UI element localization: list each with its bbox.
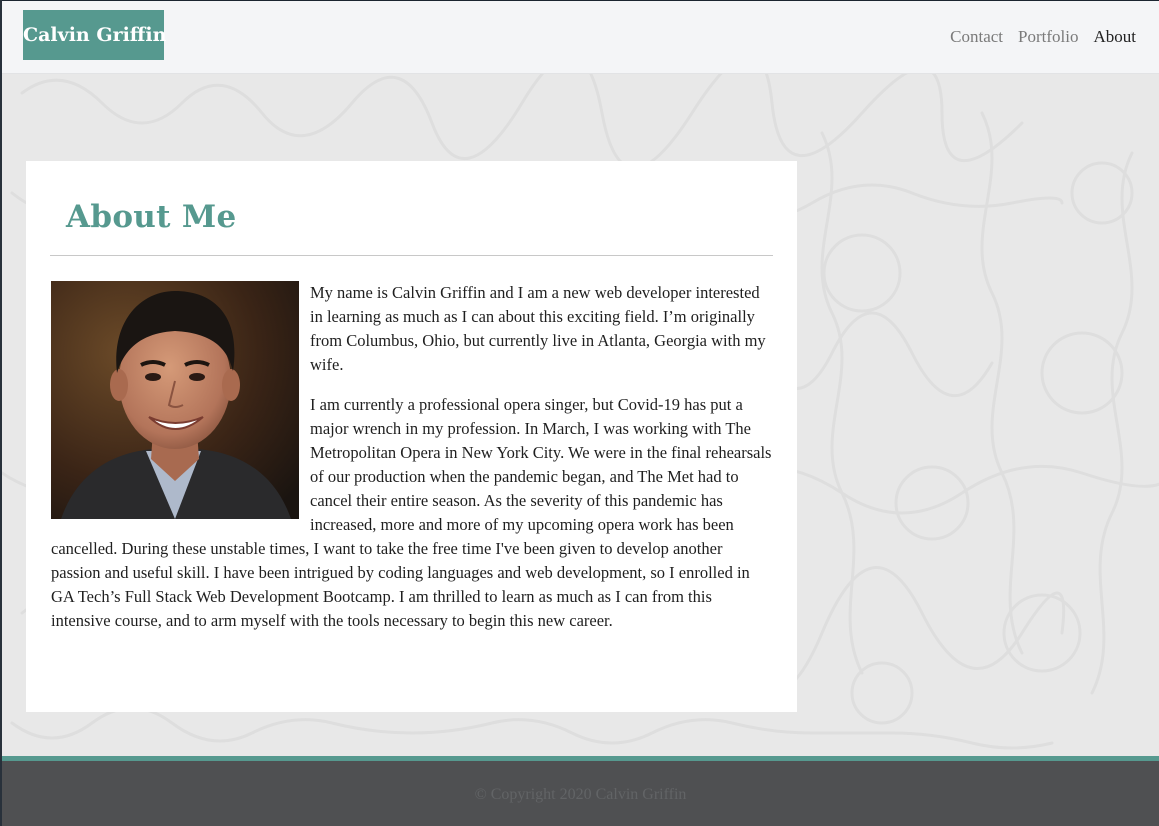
navbar: Calvin Griffin Contact Portfolio About	[2, 1, 1159, 74]
profile-photo	[51, 281, 299, 519]
about-heading: About Me	[66, 199, 237, 235]
heading-divider	[50, 255, 773, 256]
footer-copyright: © Copyright 2020 Calvin Griffin	[474, 786, 687, 803]
about-card: About Me My name is Calvin Griffin and I…	[26, 161, 797, 712]
nav-links: Contact Portfolio About	[950, 27, 1136, 47]
footer: © Copyright 2020 Calvin Griffin	[2, 756, 1159, 826]
nav-link-portfolio[interactable]: Portfolio	[1018, 27, 1078, 47]
page: Calvin Griffin Contact Portfolio About A…	[2, 1, 1159, 826]
nav-link-about[interactable]: About	[1094, 27, 1137, 47]
nav-link-contact[interactable]: Contact	[950, 27, 1003, 47]
about-content: My name is Calvin Griffin and I am a new…	[51, 281, 773, 649]
brand-logo[interactable]: Calvin Griffin	[23, 10, 166, 60]
